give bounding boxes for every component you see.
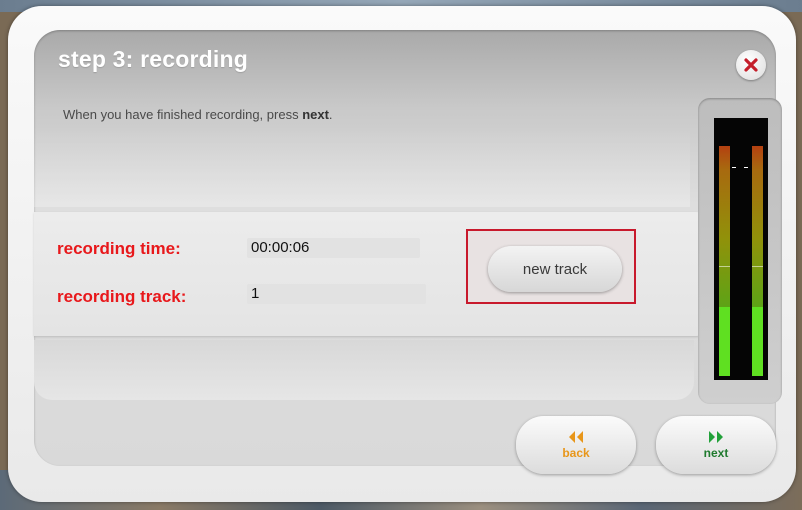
next-button[interactable]: next [656,416,776,474]
recording-track-label: recording track: [57,287,187,306]
next-button-label: next [703,446,729,460]
instruction-suffix: . [328,107,333,122]
meter-tick [752,266,763,267]
meter-level-fill [752,307,763,376]
meter-tick [719,266,730,267]
meter-peak-marker [744,167,748,168]
back-button-label: back [562,446,590,460]
meter-level-fill [719,307,730,376]
instruction-next-word: next [302,107,329,122]
double-chevron-right-icon [709,431,723,443]
back-button[interactable]: back [516,416,636,474]
close-icon [744,58,758,72]
level-meter [714,118,768,380]
close-button[interactable] [736,50,766,80]
instruction-text: When you have finished recording, press … [63,107,333,122]
instruction-prefix: When you have finished recording, press [63,107,303,122]
dialog-title: step 3: recording [58,46,248,72]
recording-time-label: recording time: [57,239,181,258]
double-chevron-left-icon [569,431,583,443]
recording-track-value: 1 [247,284,426,304]
upper-area [34,125,690,207]
level-meter-right-channel [752,146,763,376]
level-meter-left-channel [719,146,730,376]
new-track-button[interactable]: new track [488,246,622,292]
recording-time-value: 00:00:06 [247,238,420,258]
meter-peak-marker [732,167,736,168]
lower-area [34,340,694,400]
